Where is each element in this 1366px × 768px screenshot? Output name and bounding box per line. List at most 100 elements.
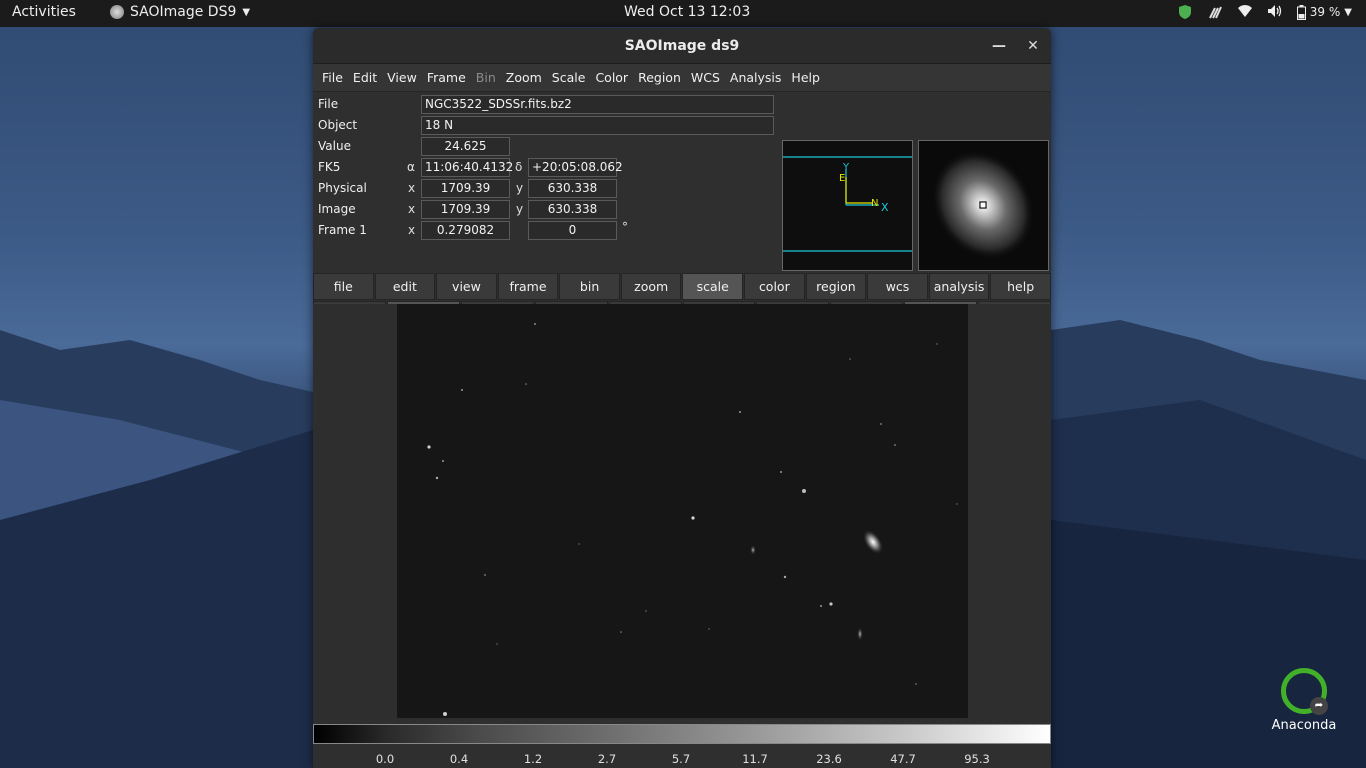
image-y-symbol: y	[516, 202, 524, 216]
panner-axis-x: X	[881, 201, 889, 214]
fk5-label: FK5	[318, 160, 341, 174]
frame-button[interactable]: frame	[497, 273, 559, 300]
physical-y-symbol: y	[516, 181, 524, 195]
menu-color[interactable]: Color	[590, 70, 633, 85]
frame-angle-field: 0	[528, 221, 617, 240]
menu-bar: File Edit View Frame Bin Zoom Scale Color Region…	[313, 64, 1051, 92]
menu-region[interactable]: Region	[633, 70, 686, 85]
battery-icon	[1296, 4, 1306, 20]
menu-wcs[interactable]: WCS	[686, 70, 725, 85]
app-menu-label: SAOImage DS9	[130, 4, 237, 20]
volume-icon[interactable]	[1267, 4, 1283, 20]
wifi-icon[interactable]	[1237, 4, 1253, 20]
battery-percent: 39 %	[1309, 5, 1341, 19]
chevron-down-icon: ▼	[242, 6, 251, 18]
frame-label: Frame 1	[318, 223, 367, 237]
image-y-field: 630.338	[528, 200, 617, 219]
wcs-button[interactable]: wcs	[867, 273, 928, 300]
feather-icon[interactable]	[1207, 4, 1223, 20]
clock[interactable]: Wed Oct 13 12:03	[624, 4, 750, 20]
fk5-alpha-field: 11:06:40.4132	[421, 158, 513, 177]
colorbar-tick-label: 11.7	[742, 752, 768, 766]
delta-symbol: δ	[515, 160, 523, 174]
object-label: Object	[318, 118, 358, 132]
menu-zoom[interactable]: Zoom	[501, 70, 547, 85]
analysis-button[interactable]: analysis	[928, 273, 990, 300]
minimize-icon[interactable]: —	[989, 36, 1009, 56]
frame-area	[313, 304, 1051, 720]
help-button[interactable]: help	[990, 273, 1051, 300]
image-x-symbol: x	[408, 202, 416, 216]
top-bar: Activities SAOImage DS9 ▼ Wed Oct 13 12:…	[0, 0, 1366, 27]
colorbar-tick-label: 23.6	[816, 752, 842, 766]
magnifier-view	[918, 140, 1049, 271]
edit-button[interactable]: edit	[374, 273, 436, 300]
shortcut-arrow-icon: ➦	[1310, 697, 1328, 715]
image-frame-graphic	[427, 323, 958, 716]
zoom-button[interactable]: zoom	[620, 273, 682, 300]
region-button[interactable]: region	[805, 273, 867, 300]
physical-label: Physical	[318, 181, 367, 195]
object-field: 18 N	[421, 116, 774, 135]
image-x-field: 1709.39	[421, 200, 510, 219]
colorbar-tick-label: 47.7	[890, 752, 916, 766]
fk5-delta-field: +20:05:08.062	[528, 158, 623, 177]
panner-view[interactable]: Y E N X	[782, 140, 913, 271]
menu-bin: Bin	[475, 70, 496, 85]
menu-file[interactable]: File	[317, 70, 348, 85]
colorbar-tick-label: 0.4	[449, 752, 469, 766]
menu-help[interactable]: Help	[786, 70, 825, 85]
app-menu[interactable]: SAOImage DS9 ▼	[110, 4, 250, 20]
magnifier-graphic	[931, 150, 1035, 260]
chevron-down-icon: ▼	[1344, 6, 1352, 18]
ds9-app-icon	[110, 5, 124, 19]
system-tray[interactable]: 39 % ▼	[1177, 4, 1352, 20]
colorbar-tick-label: 5.7	[671, 752, 691, 766]
image-display[interactable]	[397, 304, 968, 718]
panner-axis-n: N	[871, 198, 878, 209]
file-name-field: NGC3522_SDSSr.fits.bz2	[421, 95, 774, 114]
panner-graphic: Y E N X	[783, 156, 912, 252]
menu-frame[interactable]: Frame	[422, 70, 471, 85]
image-label: Image	[318, 202, 356, 216]
colorbar-tick-label: 1.2	[523, 752, 543, 766]
window-title: SAOImage ds9	[624, 37, 740, 54]
anaconda-label: Anaconda	[1271, 718, 1337, 733]
physical-x-symbol: x	[408, 181, 416, 195]
value-field: 24.625	[421, 137, 510, 156]
frame-zoom-field: 0.279082	[421, 221, 510, 240]
frame-x-symbol: x	[408, 223, 416, 237]
anaconda-icon: ➦	[1281, 668, 1328, 715]
colorbar-tick-label: 95.3	[964, 752, 990, 766]
physical-x-field: 1709.39	[421, 179, 510, 198]
value-label: Value	[318, 139, 351, 153]
degree-symbol: °	[622, 220, 628, 234]
panner-axis-e: E	[839, 173, 845, 184]
scale-button[interactable]: scale	[682, 273, 744, 300]
menu-analysis[interactable]: Analysis	[725, 70, 787, 85]
window-titlebar[interactable]: SAOImage ds9 — ✕	[313, 28, 1051, 64]
file-button[interactable]: file	[313, 273, 374, 300]
menu-view[interactable]: View	[382, 70, 422, 85]
anaconda-desktop-icon[interactable]: ➦ Anaconda	[1268, 668, 1340, 733]
main-button-bar: file edit view frame bin zoom scale color region…	[313, 273, 1051, 300]
battery-indicator[interactable]: 39 % ▼	[1296, 4, 1352, 20]
ds9-window: SAOImage ds9 — ✕ File Edit View Frame Bin Zoo…	[313, 28, 1051, 768]
shield-icon[interactable]	[1177, 4, 1193, 20]
alpha-symbol: α	[407, 160, 415, 174]
color-button[interactable]: color	[744, 273, 805, 300]
panner-axis-y: Y	[842, 162, 850, 173]
file-label: File	[318, 97, 339, 111]
menu-edit[interactable]: Edit	[348, 70, 382, 85]
colorbar-tick-label: 2.7	[597, 752, 617, 766]
physical-y-field: 630.338	[528, 179, 617, 198]
bin-button[interactable]: bin	[559, 273, 620, 300]
colorbar-tick-label: 0.0	[375, 752, 395, 766]
close-icon[interactable]: ✕	[1023, 36, 1043, 56]
view-button[interactable]: view	[436, 273, 497, 300]
menu-scale[interactable]: Scale	[547, 70, 591, 85]
info-panel: File NGC3522_SDSSr.fits.bz2 Object 18 N …	[313, 92, 1051, 272]
colorbar[interactable]	[313, 724, 1051, 744]
activities-button[interactable]: Activities	[12, 4, 76, 20]
colorbar-labels: 0.0 0.4 1.2 2.7 5.7 11.7 23.6 47.7 95.3	[313, 746, 1051, 768]
